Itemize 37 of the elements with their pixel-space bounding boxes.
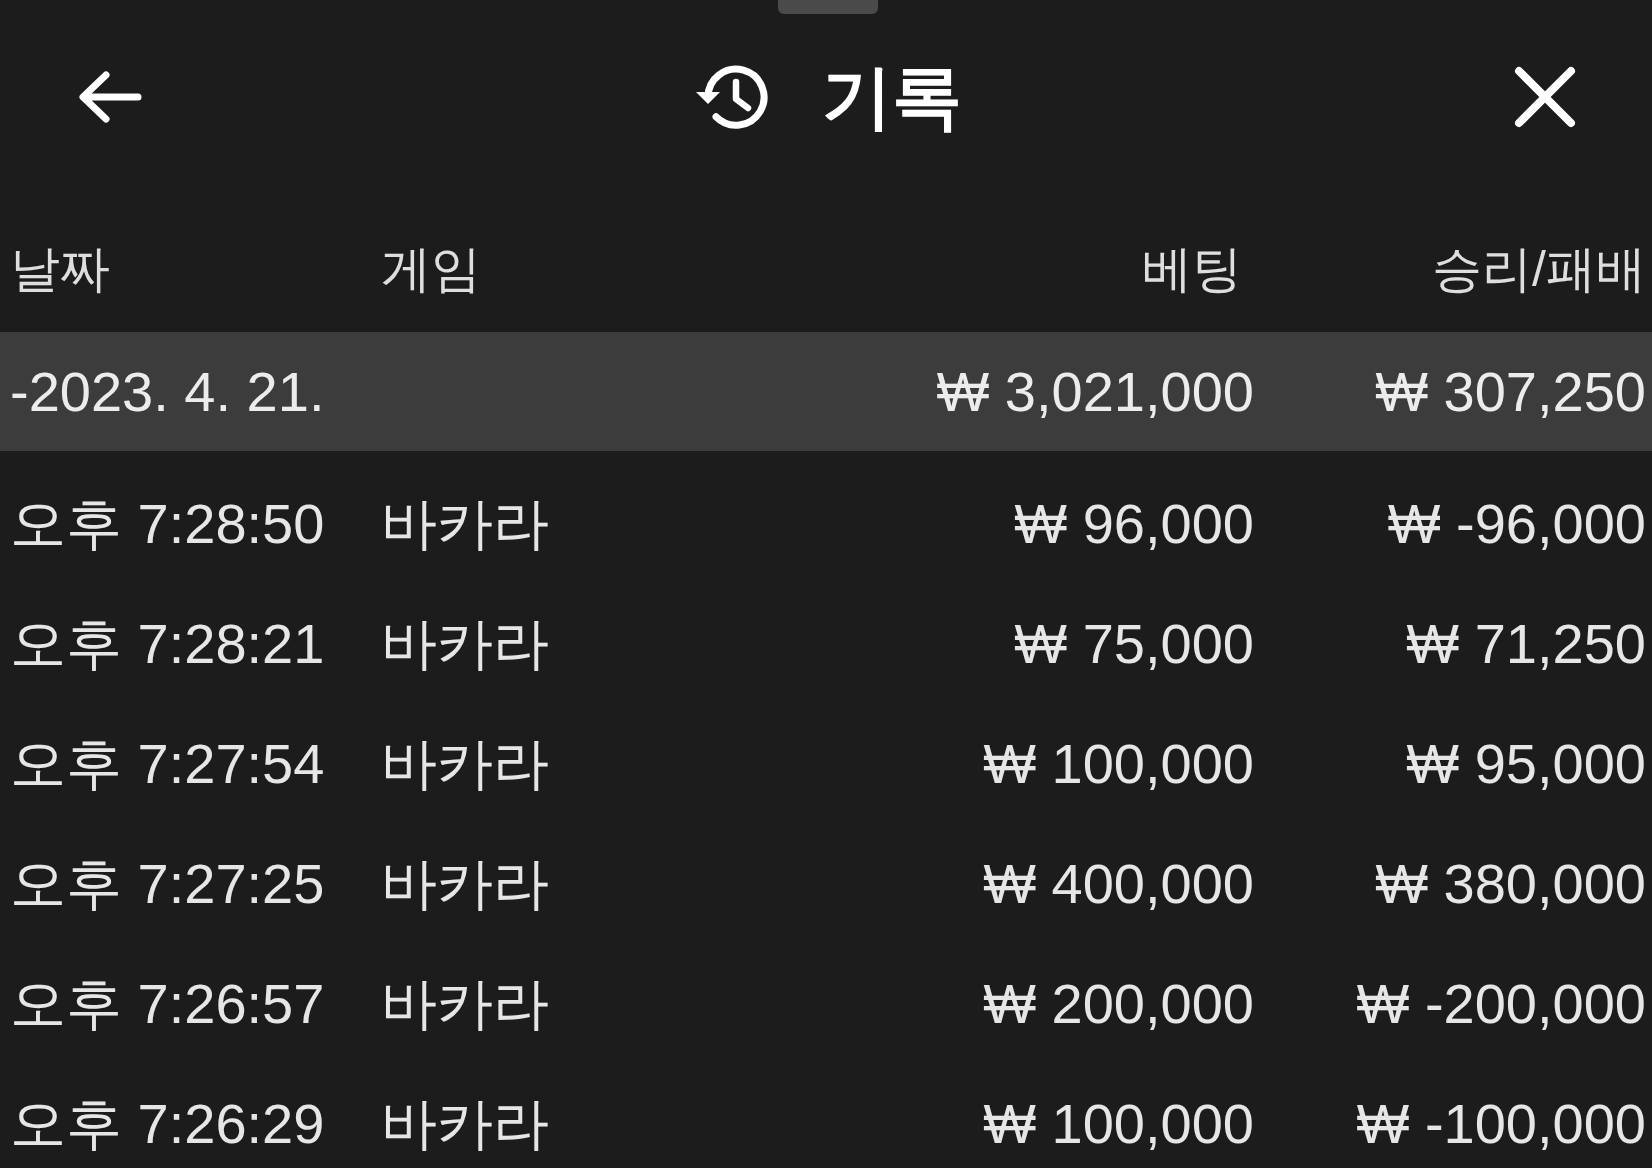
game-name: 바카라 [381, 612, 549, 675]
column-header: 베팅 [1142, 241, 1242, 297]
time-text: 오후 7:27:54 [10, 732, 325, 795]
bet-amount: ₩ 100,000 [983, 732, 1254, 795]
game-name: 바카라 [381, 492, 549, 555]
time-text: 오후 7:26:57 [10, 972, 325, 1035]
game-name: 바카라 [381, 972, 549, 1035]
game-name: 바카라 [381, 732, 549, 795]
window-title: 기록 [821, 62, 962, 132]
close-icon [1514, 66, 1576, 128]
time-text: 오후 7:26:29 [10, 1092, 325, 1155]
win-loss-amount: ₩ 95,000 [1406, 732, 1646, 795]
drag-handle[interactable] [778, 0, 878, 14]
bet-amount: ₩ 200,000 [983, 972, 1254, 1035]
close-button[interactable] [1513, 65, 1577, 129]
win-loss-amount: ₩ -200,000 [1356, 972, 1646, 1035]
bet-amount: ₩ 75,000 [1014, 612, 1254, 675]
date-label: -2023. 4. 21. [10, 359, 325, 423]
bet-amount: ₩ 96,000 [1014, 492, 1254, 555]
win-loss-amount: ₩ -96,000 [1387, 492, 1646, 555]
column-header: 게임 [381, 241, 481, 297]
back-arrow-icon [76, 71, 142, 123]
time-text: 오후 7:27:25 [10, 852, 325, 915]
win-loss-amount: ₩ -100,000 [1356, 1092, 1646, 1155]
bet-total: ₩ 3,021,000 [936, 359, 1254, 423]
bet-amount: ₩ 400,000 [983, 852, 1254, 915]
win-loss-total: ₩ 307,250 [1375, 359, 1646, 423]
column-header: 날짜 [10, 241, 110, 297]
game-name: 바카라 [381, 852, 549, 915]
column-header: 승리/패배 [1432, 241, 1646, 297]
time-text: 오후 7:28:50 [10, 492, 325, 555]
time-text: 오후 7:28:21 [10, 612, 325, 675]
bet-amount: ₩ 100,000 [983, 1092, 1254, 1155]
win-loss-amount: ₩ 380,000 [1375, 852, 1646, 915]
back-button[interactable] [76, 69, 142, 125]
win-loss-amount: ₩ 71,250 [1406, 612, 1646, 675]
game-name: 바카라 [381, 1092, 549, 1155]
